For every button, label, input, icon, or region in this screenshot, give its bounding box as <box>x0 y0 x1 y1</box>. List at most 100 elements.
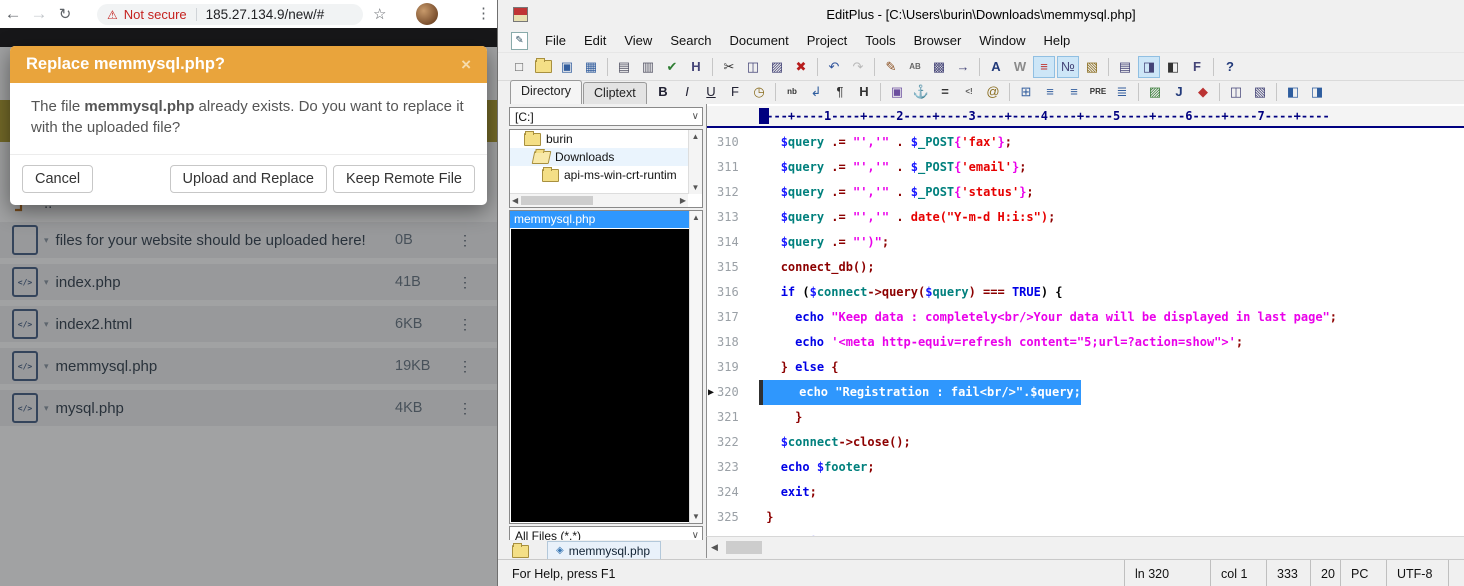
drive-selector[interactable]: [C:] ∨ <box>509 107 703 126</box>
font-button[interactable]: A <box>985 56 1007 78</box>
table-tag-button[interactable]: ⊞ <box>1015 81 1037 103</box>
align-right-button[interactable]: ≡ <box>1063 81 1085 103</box>
mailto-button[interactable]: @ <box>982 81 1004 103</box>
filelist-vertical-scrollbar[interactable]: ▲ ▼ <box>689 211 702 523</box>
browser-menu-icon[interactable]: ⋮ <box>476 4 491 22</box>
code-editor[interactable]: ----+----1----+----2----+----3----+----4… <box>706 104 1464 536</box>
list-tag-button[interactable]: ≣ <box>1111 81 1133 103</box>
tree-item-api-ms-win-crt-runtim[interactable]: api-ms-win-crt-runtim <box>510 166 702 184</box>
output-window-button[interactable]: ◧ <box>1162 56 1184 78</box>
script-tag-button[interactable]: ▨ <box>1144 81 1166 103</box>
print-button[interactable]: ▥ <box>637 56 659 78</box>
auto-indent-button[interactable]: → <box>952 56 974 78</box>
scrollbar-thumb[interactable] <box>726 541 762 554</box>
context-help-button[interactable]: ? <box>1219 56 1241 78</box>
tree-vertical-scrollbar[interactable]: ▲ ▼ <box>688 130 702 194</box>
tree-horizontal-scrollbar[interactable]: ◀ ▶ <box>510 193 688 207</box>
undo-button[interactable]: ↶ <box>823 56 845 78</box>
folder-button-icon[interactable] <box>512 545 529 558</box>
match-brace-button[interactable]: AB <box>904 56 926 78</box>
menu-edit[interactable]: Edit <box>575 33 615 48</box>
color-picker-button[interactable]: ◆ <box>1192 81 1214 103</box>
delete-button[interactable]: ✖ <box>790 56 812 78</box>
tree-item-downloads[interactable]: Downloads <box>510 148 702 166</box>
scroll-left-icon[interactable]: ◀ <box>707 542 722 553</box>
document-menu-icon[interactable]: ✎ <box>511 32 528 50</box>
highlight-marker-button[interactable]: ✎ <box>880 56 902 78</box>
cut-button[interactable]: ✂ <box>718 56 740 78</box>
tile-vertical-button[interactable]: ◨ <box>1306 81 1328 103</box>
duplicate-line-button[interactable]: ▩ <box>928 56 950 78</box>
image-tag-button[interactable]: ▣ <box>886 81 908 103</box>
font-tag-button[interactable]: F <box>724 81 746 103</box>
html-document-button[interactable]: H <box>685 56 707 78</box>
comment-tag-button[interactable]: <! <box>958 81 980 103</box>
spell-check-button[interactable]: ✔ <box>661 56 683 78</box>
profile-avatar[interactable] <box>416 3 438 25</box>
reload-icon[interactable]: ↻ <box>52 5 78 23</box>
pre-tag-button[interactable]: PRE <box>1087 81 1109 103</box>
paste-tag-button[interactable]: ▧ <box>1249 81 1271 103</box>
menu-view[interactable]: View <box>615 33 661 48</box>
scroll-left-icon[interactable]: ◀ <box>512 196 518 205</box>
java-applet-button[interactable]: J <box>1168 81 1190 103</box>
show-marks-button[interactable]: ≡ <box>1033 56 1055 78</box>
scroll-down-icon[interactable]: ▼ <box>692 512 700 521</box>
horizontal-rule-button[interactable]: = <box>934 81 956 103</box>
menu-search[interactable]: Search <box>661 33 720 48</box>
line-numbers-button[interactable]: № <box>1057 56 1079 78</box>
close-icon[interactable]: × <box>461 55 471 75</box>
paragraph-button[interactable]: ¶ <box>829 81 851 103</box>
align-left-button[interactable]: ≡ <box>1039 81 1061 103</box>
tree-item-burin[interactable]: burin <box>510 130 702 148</box>
word-wrap-button[interactable]: W <box>1009 56 1031 78</box>
bookmark-star-icon[interactable]: ☆ <box>373 5 386 23</box>
menu-file[interactable]: File <box>536 33 575 48</box>
cancel-button[interactable]: Cancel <box>22 165 93 193</box>
menu-document[interactable]: Document <box>721 33 798 48</box>
bold-button[interactable]: B <box>652 81 674 103</box>
not-secure-label[interactable]: Not secure <box>124 7 187 22</box>
tile-horizontal-button[interactable]: ◧ <box>1282 81 1304 103</box>
new-file-button[interactable]: □ <box>508 56 530 78</box>
copy-tag-button[interactable]: ◫ <box>1225 81 1247 103</box>
nbsp-button[interactable]: nb <box>781 81 803 103</box>
menu-window[interactable]: Window <box>970 33 1034 48</box>
document-properties-button[interactable]: ▧ <box>1081 56 1103 78</box>
scroll-up-icon[interactable]: ▲ <box>692 132 700 141</box>
scroll-right-icon[interactable]: ▶ <box>680 196 686 205</box>
editor-horizontal-scrollbar[interactable]: ◀ <box>706 536 1464 558</box>
underline-button[interactable]: U <box>700 81 722 103</box>
open-file-button[interactable] <box>532 56 554 78</box>
combo-arrow-icon[interactable]: ∨ <box>692 108 699 125</box>
copy-button[interactable]: ◫ <box>742 56 764 78</box>
address-bar[interactable]: ⚠ Not secure 185.27.134.9/new/# <box>97 4 363 25</box>
redo-button[interactable]: ↷ <box>847 56 869 78</box>
back-icon[interactable]: ← <box>0 4 26 24</box>
heading-button[interactable]: H <box>853 81 875 103</box>
window-list-button[interactable]: ▤ <box>1114 56 1136 78</box>
upload-and-replace-button[interactable]: Upload and Replace <box>170 165 327 193</box>
function-list-button[interactable]: F <box>1186 56 1208 78</box>
menu-help[interactable]: Help <box>1035 33 1080 48</box>
menu-project[interactable]: Project <box>798 33 856 48</box>
save-all-button[interactable]: ▦ <box>580 56 602 78</box>
menu-tools[interactable]: Tools <box>856 33 904 48</box>
menu-browser[interactable]: Browser <box>905 33 971 48</box>
line-break-button[interactable]: ↲ <box>805 81 827 103</box>
italic-button[interactable]: I <box>676 81 698 103</box>
tab-directory[interactable]: Directory <box>510 80 582 104</box>
scroll-down-icon[interactable]: ▼ <box>692 183 700 192</box>
paste-button[interactable]: ▨ <box>766 56 788 78</box>
scroll-up-icon[interactable]: ▲ <box>692 213 700 222</box>
keep-remote-file-button[interactable]: Keep Remote File <box>333 165 475 193</box>
tab-cliptext[interactable]: Cliptext <box>583 82 647 104</box>
anchor-button[interactable]: ⚓ <box>910 81 932 103</box>
directory-window-button[interactable]: ◨ <box>1138 56 1160 78</box>
url-text[interactable]: 185.27.134.9/new/# <box>206 7 325 22</box>
datetime-button[interactable]: ◷ <box>748 81 770 103</box>
print-preview-button[interactable]: ▤ <box>613 56 635 78</box>
save-button[interactable]: ▣ <box>556 56 578 78</box>
scrollbar-thumb[interactable] <box>521 196 593 205</box>
forward-icon[interactable]: → <box>26 4 52 24</box>
